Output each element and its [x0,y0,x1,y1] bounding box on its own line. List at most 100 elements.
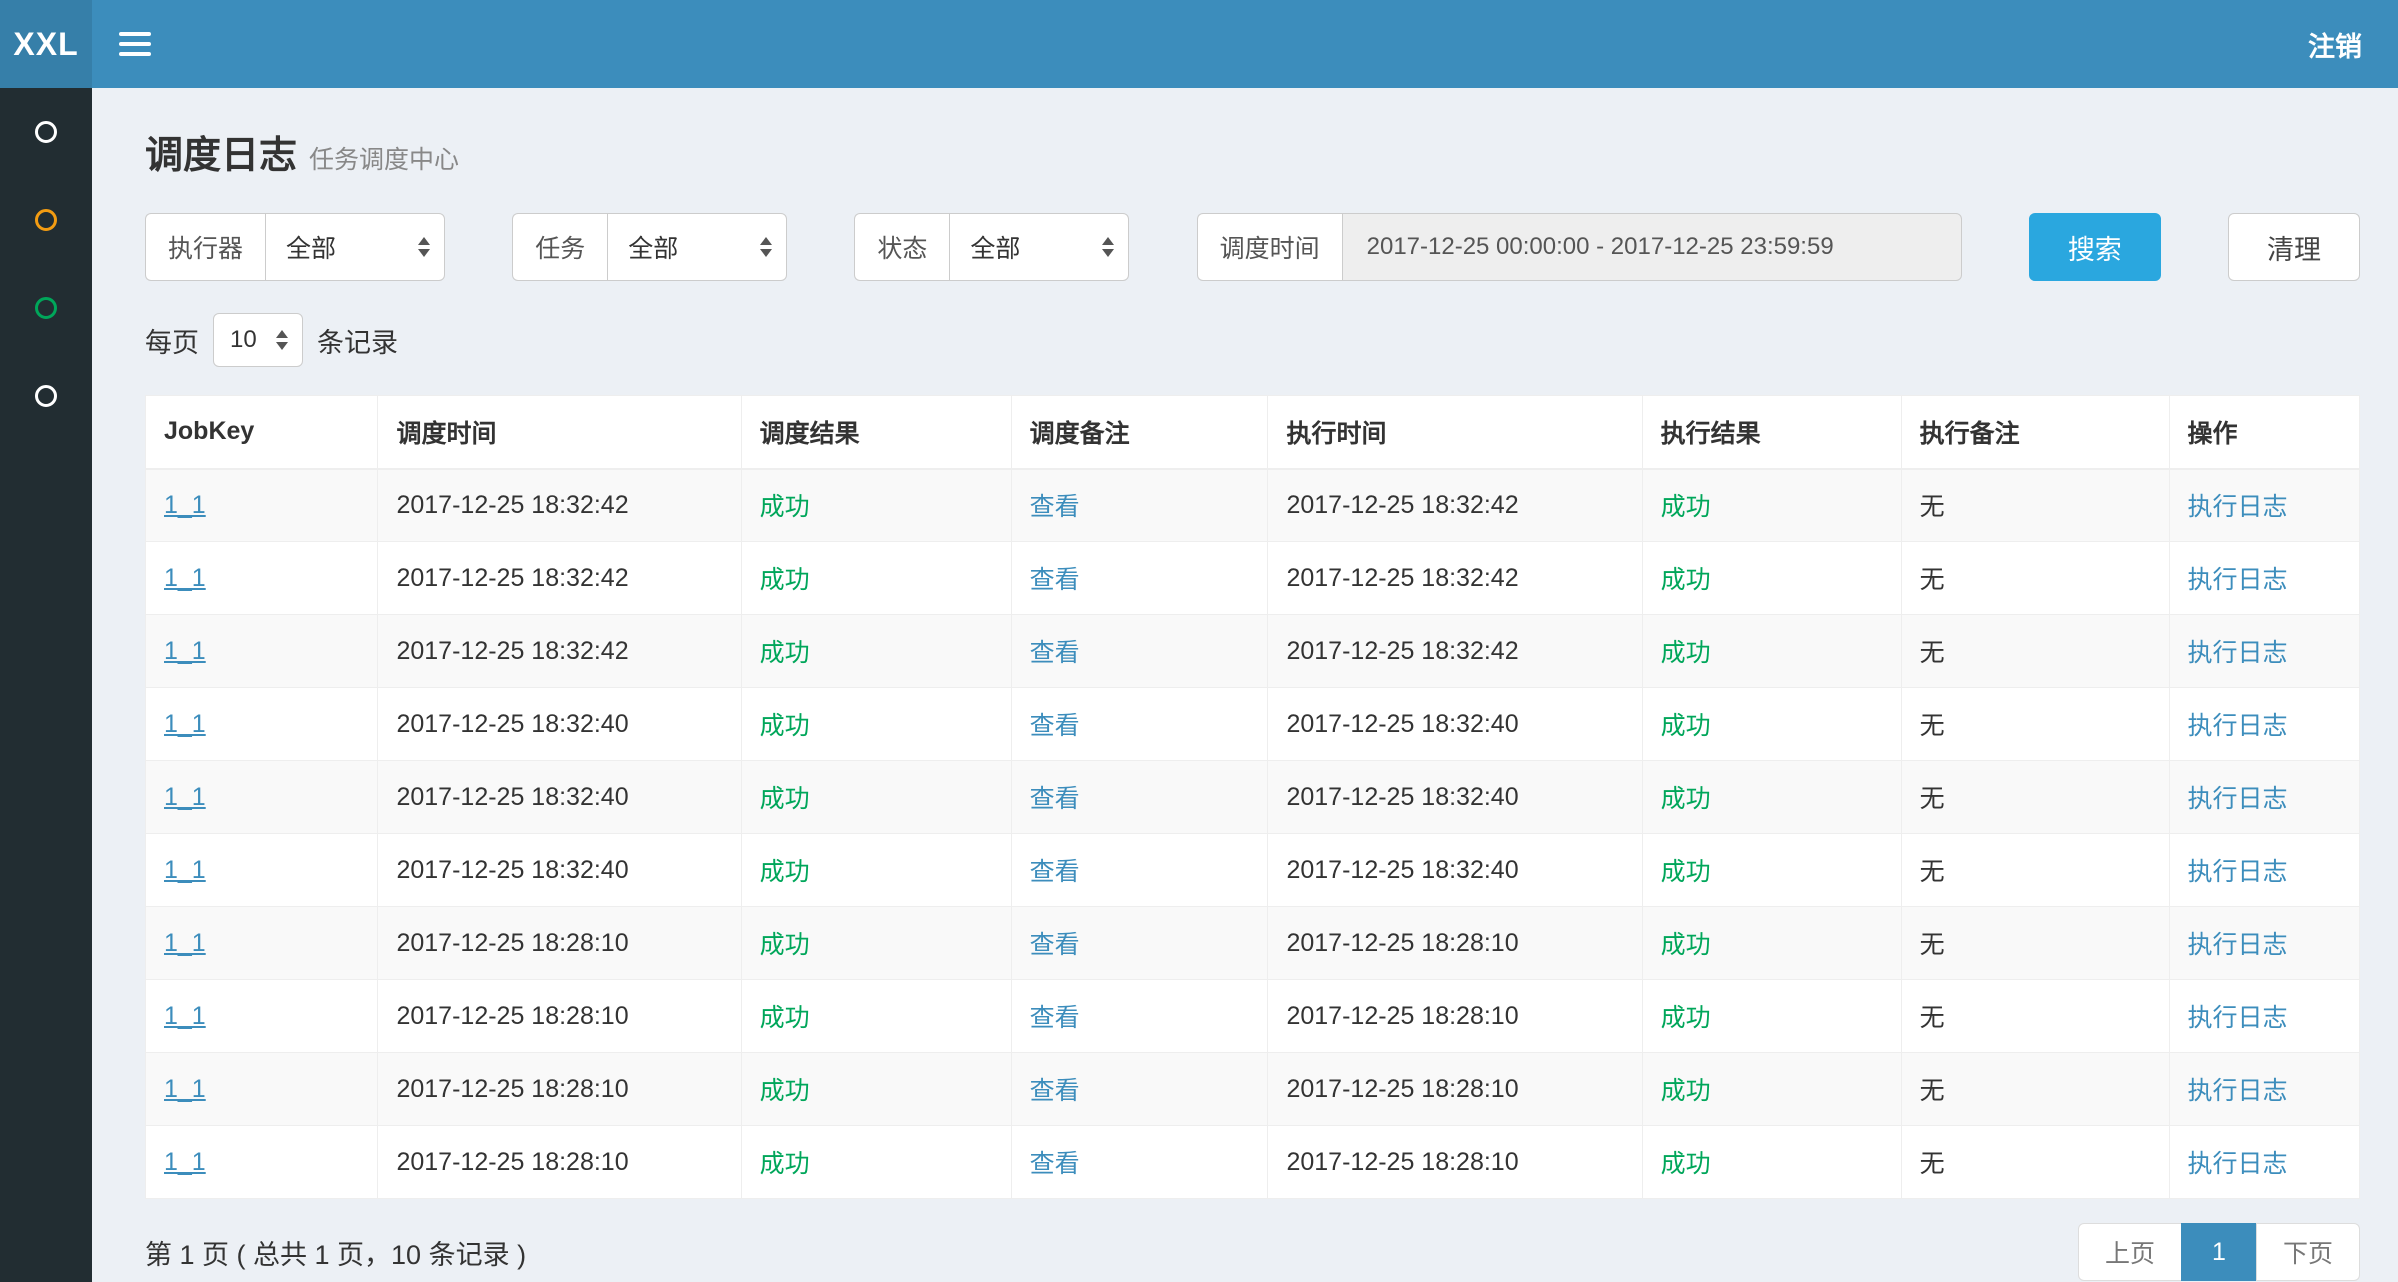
handle-time-text: 2017-12-25 18:32:40 [1286,856,1518,884]
handle-result-cell: 成功 [1642,907,1901,980]
job-key-link[interactable]: 1_1 [164,1002,206,1030]
column-header: 执行结果 [1642,396,1901,469]
job-select[interactable]: 全部 [607,213,787,281]
exec-log-link[interactable]: 执行日志 [2188,1077,2288,1105]
exec-log-link[interactable]: 执行日志 [2188,712,2288,740]
handle-time-text: 2017-12-25 18:32:40 [1286,783,1518,811]
action-cell: 执行日志 [2169,761,2359,834]
handle-time-text: 2017-12-25 18:28:10 [1286,1075,1518,1103]
handle-time-cell: 2017-12-25 18:28:10 [1268,1126,1642,1199]
exec-log-link[interactable]: 执行日志 [2188,858,2288,886]
current-page-button[interactable]: 1 [2181,1223,2257,1281]
trigger-time-range-input[interactable] [1342,213,1962,281]
jobkey-cell: 1_1 [146,615,378,688]
job-key-link[interactable]: 1_1 [164,637,206,665]
job-key-link[interactable]: 1_1 [164,564,206,592]
exec-log-link[interactable]: 执行日志 [2188,1150,2288,1178]
trigger-time-cell: 2017-12-25 18:32:40 [378,761,741,834]
handle-result-text: 成功 [1661,1150,1711,1178]
handle-result-cell: 成功 [1642,615,1901,688]
action-cell: 执行日志 [2169,615,2359,688]
trigger-time-text: 2017-12-25 18:32:40 [396,856,628,884]
exec-log-link[interactable]: 执行日志 [2188,493,2288,521]
table-row: 1_12017-12-25 18:28:10成功查看2017-12-25 18:… [146,907,2360,980]
job-key-link[interactable]: 1_1 [164,783,206,811]
executor-select[interactable]: 全部 [265,213,445,281]
view-trigger-msg-link[interactable]: 查看 [1030,931,1080,959]
hamburger-bar [119,52,151,56]
main-content: 调度日志任务调度中心 执行器 全部 任务 全部 状态 全部 调度时间 [92,88,2398,1282]
sidebar-item-3[interactable] [0,264,92,352]
table-row: 1_12017-12-25 18:28:10成功查看2017-12-25 18:… [146,980,2360,1053]
page-size-select[interactable]: 10 [213,313,303,367]
handle-result-cell: 成功 [1642,1126,1901,1199]
job-key-link[interactable]: 1_1 [164,929,206,957]
handle-msg-text: 无 [1920,639,1945,667]
trigger-result-cell: 成功 [741,834,1011,907]
view-trigger-msg-link[interactable]: 查看 [1030,639,1080,667]
job-key-link[interactable]: 1_1 [164,1148,206,1176]
job-key-link[interactable]: 1_1 [164,856,206,884]
view-trigger-msg-link[interactable]: 查看 [1030,1004,1080,1032]
exec-log-link[interactable]: 执行日志 [2188,566,2288,594]
handle-msg-cell: 无 [1901,1053,2169,1126]
trigger-result-cell: 成功 [741,469,1011,542]
job-key-link[interactable]: 1_1 [164,710,206,738]
action-cell: 执行日志 [2169,1126,2359,1199]
action-cell: 执行日志 [2169,469,2359,542]
trigger-result-text: 成功 [760,1004,810,1032]
view-trigger-msg-link[interactable]: 查看 [1030,566,1080,594]
page-size-prefix-label: 每页 [145,321,199,360]
trigger-time-text: 2017-12-25 18:28:10 [396,929,628,957]
handle-time-cell: 2017-12-25 18:28:10 [1268,1053,1642,1126]
trigger-time-text: 2017-12-25 18:28:10 [396,1075,628,1103]
trigger-time-filter-label: 调度时间 [1197,213,1342,281]
page-summary: 第 1 页 ( 总共 1 页，10 条记录 ) [145,1233,526,1272]
top-navbar: XXL 注销 [0,0,2398,88]
trigger-msg-cell: 查看 [1011,980,1268,1053]
exec-log-link[interactable]: 执行日志 [2188,931,2288,959]
circle-icon [35,297,57,319]
view-trigger-msg-link[interactable]: 查看 [1030,785,1080,813]
action-cell: 执行日志 [2169,688,2359,761]
sidebar-item-4[interactable] [0,352,92,440]
clear-button[interactable]: 清理 [2228,213,2360,281]
view-trigger-msg-link[interactable]: 查看 [1030,1077,1080,1105]
sidebar-toggle-icon[interactable] [92,0,178,88]
view-trigger-msg-link[interactable]: 查看 [1030,858,1080,886]
handle-result-cell: 成功 [1642,761,1901,834]
view-trigger-msg-link[interactable]: 查看 [1030,712,1080,740]
search-button[interactable]: 搜索 [2029,213,2161,281]
status-select[interactable]: 全部 [949,213,1129,281]
exec-log-link[interactable]: 执行日志 [2188,639,2288,667]
action-cell: 执行日志 [2169,542,2359,615]
sidebar-item-2[interactable] [0,176,92,264]
handle-msg-text: 无 [1920,566,1945,594]
handle-time-text: 2017-12-25 18:32:40 [1286,710,1518,738]
next-page-button[interactable]: 下页 [2256,1223,2360,1281]
trigger-time-cell: 2017-12-25 18:32:42 [378,469,741,542]
view-trigger-msg-link[interactable]: 查看 [1030,493,1080,521]
select-arrows-icon [418,237,430,257]
job-key-link[interactable]: 1_1 [164,491,206,519]
action-cell: 执行日志 [2169,834,2359,907]
view-trigger-msg-link[interactable]: 查看 [1030,1150,1080,1178]
prev-page-button[interactable]: 上页 [2078,1223,2182,1281]
job-key-link[interactable]: 1_1 [164,1075,206,1103]
select-arrows-icon [276,330,288,350]
exec-log-link[interactable]: 执行日志 [2188,785,2288,813]
handle-time-cell: 2017-12-25 18:32:42 [1268,615,1642,688]
handle-time-cell: 2017-12-25 18:32:40 [1268,688,1642,761]
logout-link[interactable]: 注销 [2272,0,2398,88]
trigger-time-cell: 2017-12-25 18:32:40 [378,688,741,761]
table-footer: 第 1 页 ( 总共 1 页，10 条记录 ) 上页 1 下页 [145,1223,2360,1281]
exec-log-link[interactable]: 执行日志 [2188,1004,2288,1032]
app-logo[interactable]: XXL [0,0,92,88]
sidebar-item-1[interactable] [0,88,92,176]
page-title: 调度日志任务调度中心 [145,124,2360,179]
trigger-time-text: 2017-12-25 18:32:42 [396,491,628,519]
trigger-result-text: 成功 [760,858,810,886]
job-select-value: 全部 [628,229,678,265]
trigger-time-cell: 2017-12-25 18:28:10 [378,1053,741,1126]
circle-icon [35,385,57,407]
